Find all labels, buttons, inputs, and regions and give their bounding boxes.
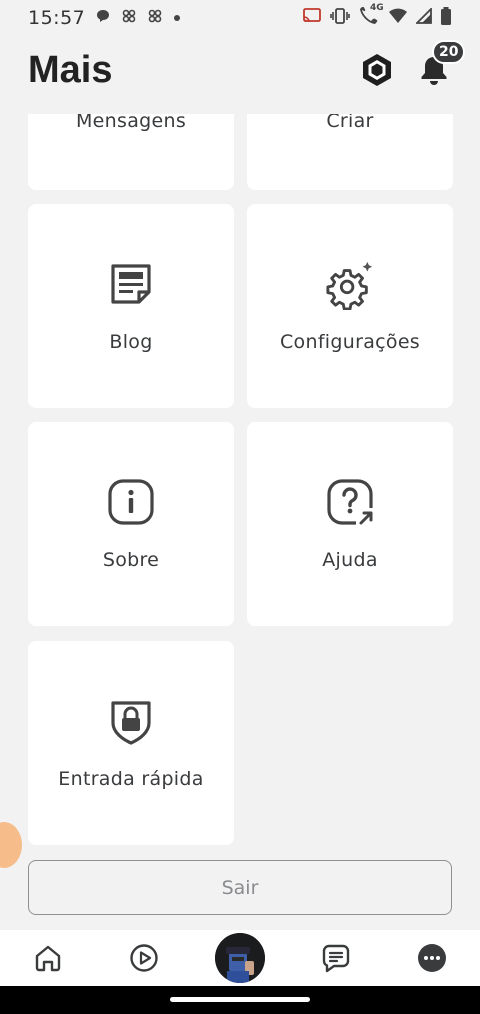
help-icon — [325, 477, 375, 527]
app-notification-icon — [121, 8, 137, 28]
more-icon — [418, 944, 446, 972]
gear-icon — [325, 259, 375, 310]
robux-icon — [363, 54, 391, 86]
notifications-button[interactable]: 20 — [416, 40, 466, 88]
logout-button[interactable]: Sair — [28, 860, 452, 915]
notification-badge: 20 — [432, 40, 466, 64]
tile-create[interactable]: Criar — [247, 114, 453, 190]
tile-about-label: Sobre — [102, 549, 160, 571]
network-type-label: 4G — [370, 2, 384, 13]
system-gesture-bar — [0, 986, 480, 1014]
tile-blog[interactable]: Blog — [28, 204, 234, 408]
more-menu-grid: Mensagens Criar Blog Configurações Sobre… — [0, 114, 480, 929]
nav-avatar[interactable] — [212, 930, 268, 986]
tile-settings[interactable]: Configurações — [247, 204, 453, 408]
cast-icon — [302, 7, 322, 29]
tile-quick-login-label: Entrada rápida — [58, 768, 204, 790]
vibrate-icon — [330, 7, 350, 29]
tile-help[interactable]: Ajuda — [247, 422, 453, 626]
nav-chat[interactable] — [308, 930, 364, 986]
tile-messages-label: Mensagens — [75, 114, 187, 132]
tile-about[interactable]: Sobre — [28, 422, 234, 626]
home-icon — [35, 945, 61, 972]
tile-settings-label: Configurações — [279, 331, 421, 353]
robux-button[interactable] — [360, 53, 394, 87]
nav-home[interactable] — [20, 930, 76, 986]
wifi-icon — [388, 7, 408, 29]
app-notification-icon-2 — [147, 8, 163, 28]
header-actions: 20 — [360, 40, 466, 88]
tile-create-label: Criar — [326, 114, 374, 132]
header: Mais 20 — [0, 38, 480, 102]
status-bar: 15:57 4G — [0, 0, 480, 36]
lock-shield-icon — [106, 696, 156, 746]
tile-messages[interactable]: Mensagens — [28, 114, 234, 190]
chat-icon — [322, 944, 350, 973]
status-left: 15:57 — [28, 7, 181, 29]
nav-more[interactable] — [404, 930, 460, 986]
tile-blog-label: Blog — [109, 331, 153, 353]
nav-discover[interactable] — [116, 930, 172, 986]
tile-quick-login[interactable]: Entrada rápida — [28, 641, 234, 845]
more-notifications-dot-icon — [173, 11, 181, 26]
status-right: 4G — [302, 3, 452, 30]
status-time: 15:57 — [28, 7, 86, 29]
battery-icon — [440, 6, 452, 30]
info-icon — [106, 477, 156, 527]
avatar — [215, 933, 265, 983]
bottom-nav — [0, 930, 480, 986]
home-gesture-handle[interactable] — [170, 997, 310, 1002]
blog-icon — [106, 259, 156, 309]
wifi-call-icon: 4G — [358, 3, 384, 30]
chat-notification-icon — [95, 8, 111, 28]
tile-help-label: Ajuda — [322, 549, 378, 571]
signal-icon — [414, 6, 432, 29]
page-title: Mais — [28, 48, 113, 91]
play-icon — [130, 944, 158, 972]
